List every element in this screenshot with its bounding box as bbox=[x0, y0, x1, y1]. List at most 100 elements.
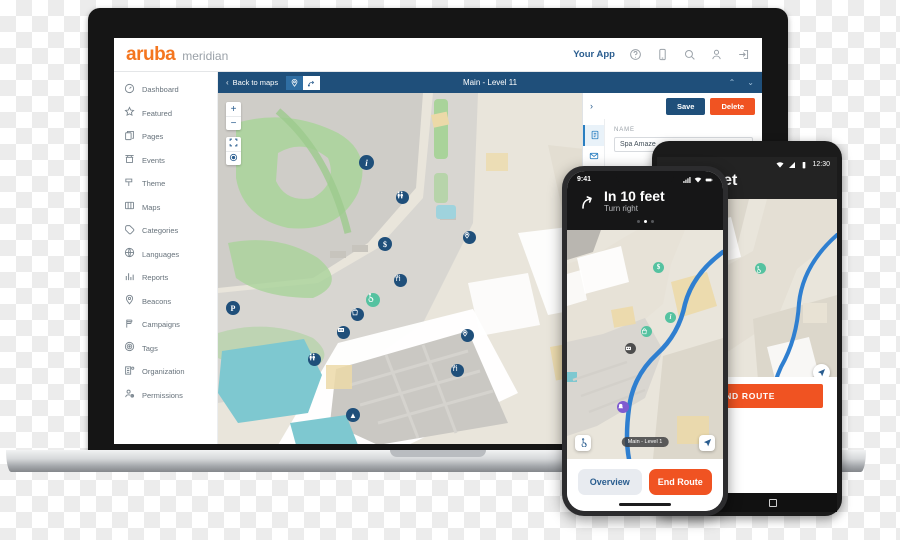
chevron-left-icon: ‹ bbox=[226, 78, 229, 87]
iphone-home-indicator[interactable] bbox=[619, 503, 671, 506]
delete-button[interactable]: Delete bbox=[710, 97, 755, 115]
placemark-icon bbox=[290, 74, 299, 92]
iphone-status-icons bbox=[683, 171, 713, 189]
dashboard-icon bbox=[124, 81, 135, 99]
iphone-navigate-button[interactable] bbox=[699, 434, 715, 452]
laptop-base-notch bbox=[390, 450, 486, 457]
zoom-in-button[interactable]: + bbox=[226, 102, 241, 116]
sidebar-item-theme[interactable]: Theme bbox=[114, 172, 217, 196]
sidebar-item-dashboard[interactable]: Dashboard bbox=[114, 78, 217, 102]
sidebar-item-permissions[interactable]: Permissions bbox=[114, 384, 217, 408]
sidebar-item-beacons[interactable]: Beacons bbox=[114, 290, 217, 314]
map-marker-restroom-2[interactable] bbox=[308, 353, 321, 366]
iphone-nav-banner: In 10 feet Turn right bbox=[567, 188, 723, 230]
turn-right-arrow-icon bbox=[579, 194, 595, 210]
brand-name: aruba bbox=[126, 43, 176, 65]
iphone-marker-atm[interactable]: $ bbox=[653, 261, 664, 273]
iphone-map-graphic bbox=[567, 229, 723, 459]
theater-icon bbox=[625, 339, 636, 357]
name-field-label: NAME bbox=[614, 127, 635, 133]
sidebar-item-pages[interactable]: Pages bbox=[114, 125, 217, 149]
help-icon[interactable] bbox=[629, 48, 642, 61]
step-dot[interactable] bbox=[650, 219, 654, 223]
user-icon[interactable] bbox=[710, 48, 723, 61]
logout-icon[interactable] bbox=[737, 48, 750, 61]
route-mode-button[interactable] bbox=[303, 75, 321, 90]
sidebar-item-label: Permissions bbox=[142, 390, 183, 400]
step-dot[interactable] bbox=[636, 219, 640, 223]
map-marker-atm[interactable]: $ bbox=[378, 237, 392, 251]
map-marker-parking[interactable]: P bbox=[226, 301, 240, 315]
zoom-out-button[interactable]: − bbox=[226, 116, 241, 130]
map-marker-accessible[interactable] bbox=[366, 293, 380, 307]
map-mode-toggle bbox=[286, 74, 321, 92]
overview-button[interactable]: Overview bbox=[578, 469, 642, 495]
sidebar-item-label: Events bbox=[142, 155, 165, 165]
navigate-arrow-icon bbox=[703, 434, 712, 452]
app-top-bar: aruba meridian Your App bbox=[114, 38, 762, 72]
battery-icon bbox=[800, 157, 808, 174]
step-dot-active[interactable] bbox=[643, 219, 647, 223]
recents-square-icon[interactable] bbox=[769, 498, 777, 507]
android-marker-accessible[interactable] bbox=[755, 263, 766, 274]
top-nav-actions: Your App bbox=[573, 48, 750, 61]
placemark-mode-button[interactable] bbox=[286, 74, 304, 92]
chevron-down-icon[interactable]: ⌄ bbox=[747, 78, 754, 87]
map-marker-theater[interactable] bbox=[337, 326, 350, 339]
dollar-icon: $ bbox=[656, 263, 661, 272]
iphone-marker-destination[interactable] bbox=[617, 400, 629, 413]
map-marker-info[interactable]: i bbox=[359, 155, 374, 170]
sidebar-item-label: Tags bbox=[142, 343, 158, 353]
map-marker-beacon-pin[interactable] bbox=[463, 231, 476, 244]
iphone-accessibility-button[interactable] bbox=[575, 434, 591, 451]
wheelchair-icon bbox=[755, 260, 766, 278]
sidebar-item-label: Categories bbox=[142, 226, 179, 236]
tab-page-info[interactable] bbox=[583, 125, 604, 146]
map-marker-shopping[interactable] bbox=[351, 308, 364, 321]
iphone-marker-shopping[interactable] bbox=[641, 325, 652, 337]
sidebar-item-languages[interactable]: Languages bbox=[114, 243, 217, 267]
sidebar-item-label: Languages bbox=[142, 249, 180, 259]
page-info-icon bbox=[590, 127, 600, 145]
fit-to-screen-button[interactable] bbox=[226, 137, 241, 151]
back-to-maps-button[interactable]: ‹ Back to maps bbox=[226, 78, 278, 87]
permissions-icon bbox=[124, 386, 135, 404]
info-icon: i bbox=[365, 157, 368, 168]
details-panel-header: › Save Delete bbox=[583, 93, 762, 119]
fit-to-screen-icon bbox=[229, 138, 238, 150]
your-app-link[interactable]: Your App bbox=[573, 49, 615, 60]
save-button[interactable]: Save bbox=[665, 97, 706, 115]
sidebar-item-label: Featured bbox=[142, 108, 173, 118]
brand-logo[interactable]: aruba meridian bbox=[126, 44, 228, 66]
sidebar-item-campaigns[interactable]: Campaigns bbox=[114, 313, 217, 337]
sidebar-item-reports[interactable]: Reports bbox=[114, 266, 217, 290]
sidebar-item-label: Beacons bbox=[142, 296, 172, 306]
iphone-marker-info[interactable]: i bbox=[665, 311, 676, 323]
locate-icon bbox=[229, 153, 238, 165]
sidebar-item-categories[interactable]: Categories bbox=[114, 219, 217, 243]
sidebar-item-organization[interactable]: Organization bbox=[114, 360, 217, 384]
map-marker-restaurant-2[interactable] bbox=[451, 364, 464, 377]
map-marker-restaurant[interactable] bbox=[394, 274, 407, 287]
map-collapse-controls: ⌃ ⌄ bbox=[729, 78, 754, 87]
tab-mail[interactable] bbox=[583, 146, 604, 167]
iphone-level-pill[interactable]: Main - Level 1 bbox=[621, 436, 669, 447]
search-icon[interactable] bbox=[683, 48, 696, 61]
iphone-map[interactable]: $ i Main - Level 1 bbox=[567, 229, 723, 459]
iphone-marker-theater[interactable] bbox=[625, 342, 636, 354]
languages-icon bbox=[124, 245, 135, 263]
mobile-icon[interactable] bbox=[656, 48, 669, 61]
sidebar-item-tags[interactable]: Tags bbox=[114, 337, 217, 361]
chevron-up-icon[interactable]: ⌃ bbox=[729, 78, 736, 87]
map-marker-transit[interactable]: ▲ bbox=[346, 408, 360, 422]
end-route-button[interactable]: End Route bbox=[648, 469, 712, 495]
iphone-clock: 9:41 bbox=[577, 176, 592, 183]
product-name: meridian bbox=[182, 48, 229, 63]
sidebar-item-featured[interactable]: Featured bbox=[114, 102, 217, 126]
sidebar-item-events[interactable]: Events bbox=[114, 149, 217, 173]
sidebar-item-maps[interactable]: Maps bbox=[114, 196, 217, 220]
map-marker-pin-2[interactable] bbox=[461, 329, 474, 342]
locate-button[interactable] bbox=[226, 151, 241, 165]
expand-panel-button[interactable]: › bbox=[590, 101, 593, 111]
map-marker-restroom[interactable] bbox=[396, 191, 409, 204]
